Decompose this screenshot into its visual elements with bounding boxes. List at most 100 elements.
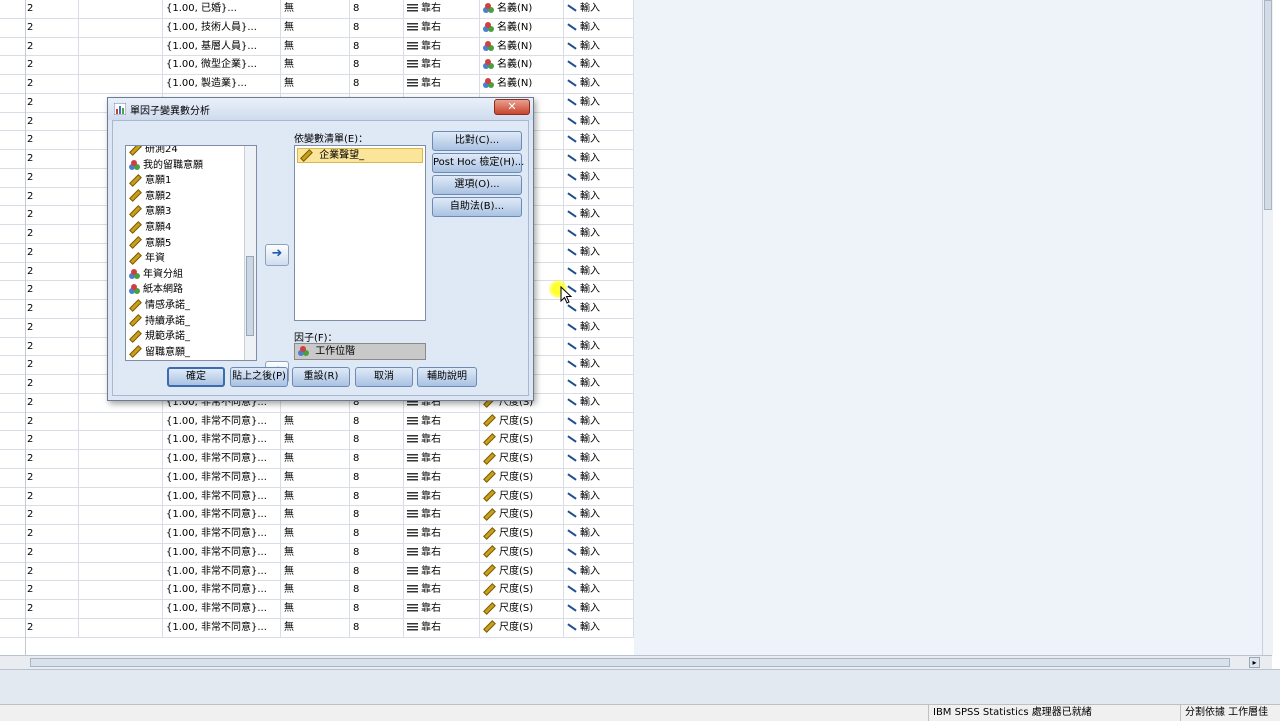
paste-button[interactable]: 貼上之後(P): [230, 367, 288, 387]
decimals-cell[interactable]: 2: [0, 468, 79, 487]
columns-cell[interactable]: 8: [350, 75, 404, 93]
list-item[interactable]: 意願2: [129, 189, 171, 204]
role-cell[interactable]: 輸入: [564, 131, 634, 149]
label-cell[interactable]: [79, 0, 163, 18]
align-cell[interactable]: 靠右: [404, 412, 480, 431]
decimals-cell[interactable]: 2: [0, 243, 79, 262]
label-cell[interactable]: [79, 18, 163, 37]
columns-cell[interactable]: 8: [350, 56, 404, 74]
align-cell[interactable]: 靠右: [404, 600, 480, 618]
label-cell[interactable]: [79, 562, 163, 581]
values-cell[interactable]: {1.00, 非常不同意}...: [163, 468, 281, 487]
align-cell[interactable]: 靠右: [404, 581, 480, 599]
label-cell[interactable]: [79, 581, 163, 599]
role-cell[interactable]: 輸入: [564, 18, 634, 37]
role-cell[interactable]: 輸入: [564, 337, 634, 356]
missing-cell[interactable]: 無: [281, 562, 350, 581]
decimals-cell[interactable]: 2: [0, 412, 79, 431]
list-item[interactable]: 意願4: [129, 220, 171, 235]
move-to-dependent-button[interactable]: ➜: [265, 244, 289, 266]
label-cell[interactable]: [79, 75, 163, 93]
values-cell[interactable]: {1.00, 非常不同意}...: [163, 506, 281, 524]
align-cell[interactable]: 靠右: [404, 525, 480, 543]
label-cell[interactable]: [79, 37, 163, 56]
label-cell[interactable]: [79, 600, 163, 618]
label-cell[interactable]: [79, 487, 163, 506]
missing-cell[interactable]: 無: [281, 581, 350, 599]
role-cell[interactable]: 輸入: [564, 618, 634, 637]
measure-cell[interactable]: 尺度(S): [480, 525, 564, 543]
role-cell[interactable]: 輸入: [564, 393, 634, 412]
decimals-cell[interactable]: 2: [0, 393, 79, 412]
measure-cell[interactable]: 尺度(S): [480, 562, 564, 581]
values-cell[interactable]: {1.00, 已婚}...: [163, 0, 281, 18]
role-cell[interactable]: 輸入: [564, 543, 634, 562]
values-cell[interactable]: {1.00, 技術人員}...: [163, 18, 281, 37]
decimals-cell[interactable]: 2: [0, 75, 79, 93]
role-cell[interactable]: 輸入: [564, 356, 634, 374]
dialog-titlebar[interactable]: 單因子變異數分析 ✕: [108, 98, 533, 120]
decimals-cell[interactable]: 2: [0, 543, 79, 562]
role-cell[interactable]: 輸入: [564, 112, 634, 131]
decimals-cell[interactable]: 2: [0, 187, 79, 206]
decimals-cell[interactable]: 2: [0, 262, 79, 281]
label-cell[interactable]: [79, 525, 163, 543]
align-cell[interactable]: 靠右: [404, 618, 480, 637]
measure-cell[interactable]: 尺度(S): [480, 412, 564, 431]
help-button[interactable]: 輔助說明: [417, 367, 477, 387]
decimals-cell[interactable]: 2: [0, 131, 79, 149]
role-cell[interactable]: 輸入: [564, 525, 634, 543]
columns-cell[interactable]: 8: [350, 450, 404, 468]
list-item[interactable]: 情感承諾_: [129, 298, 190, 313]
variable-list-scrollbar[interactable]: [244, 146, 256, 360]
list-item[interactable]: 持續承諾_: [129, 314, 190, 329]
decimals-cell[interactable]: 2: [0, 450, 79, 468]
missing-cell[interactable]: 無: [281, 525, 350, 543]
role-cell[interactable]: 輸入: [564, 450, 634, 468]
role-cell[interactable]: 輸入: [564, 75, 634, 93]
columns-cell[interactable]: 8: [350, 506, 404, 524]
label-cell[interactable]: [79, 543, 163, 562]
align-cell[interactable]: 靠右: [404, 487, 480, 506]
role-cell[interactable]: 輸入: [564, 0, 634, 18]
measure-cell[interactable]: 尺度(S): [480, 543, 564, 562]
list-item[interactable]: 規範承諾_: [129, 329, 190, 344]
columns-cell[interactable]: 8: [350, 543, 404, 562]
missing-cell[interactable]: 無: [281, 468, 350, 487]
decimals-cell[interactable]: 2: [0, 168, 79, 187]
label-cell[interactable]: [79, 412, 163, 431]
columns-cell[interactable]: 8: [350, 0, 404, 18]
values-cell[interactable]: {1.00, 微型企業}...: [163, 56, 281, 74]
contrasts-button[interactable]: 比對(C)...: [432, 131, 522, 151]
measure-cell[interactable]: 名義(N): [480, 56, 564, 74]
align-cell[interactable]: 靠右: [404, 37, 480, 56]
post-hoc-button[interactable]: Post Hoc 檢定(H)...: [432, 153, 524, 173]
columns-cell[interactable]: 8: [350, 37, 404, 56]
decimals-cell[interactable]: 2: [0, 318, 79, 337]
values-cell[interactable]: {1.00, 非常不同意}...: [163, 487, 281, 506]
role-cell[interactable]: 輸入: [564, 187, 634, 206]
missing-cell[interactable]: 無: [281, 506, 350, 524]
decimals-cell[interactable]: 2: [0, 337, 79, 356]
measure-cell[interactable]: 名義(N): [480, 18, 564, 37]
decimals-cell[interactable]: 2: [0, 300, 79, 318]
role-cell[interactable]: 輸入: [564, 600, 634, 618]
missing-cell[interactable]: 無: [281, 618, 350, 637]
role-cell[interactable]: 輸入: [564, 168, 634, 187]
list-item[interactable]: 研測24: [129, 146, 178, 157]
variable-list-scroll-thumb[interactable]: [246, 256, 254, 336]
columns-cell[interactable]: 8: [350, 487, 404, 506]
values-cell[interactable]: {1.00, 非常不同意}...: [163, 600, 281, 618]
decimals-cell[interactable]: 2: [0, 0, 79, 18]
values-cell[interactable]: {1.00, 製造業}...: [163, 75, 281, 93]
role-cell[interactable]: 輸入: [564, 412, 634, 431]
missing-cell[interactable]: 無: [281, 543, 350, 562]
values-cell[interactable]: {1.00, 非常不同意}...: [163, 581, 281, 599]
columns-cell[interactable]: 8: [350, 18, 404, 37]
decimals-cell[interactable]: 2: [0, 431, 79, 449]
role-cell[interactable]: 輸入: [564, 506, 634, 524]
decimals-cell[interactable]: 2: [0, 37, 79, 56]
measure-cell[interactable]: 尺度(S): [480, 618, 564, 637]
cancel-button[interactable]: 取消: [355, 367, 413, 387]
list-item[interactable]: 留職意願_: [129, 345, 190, 360]
